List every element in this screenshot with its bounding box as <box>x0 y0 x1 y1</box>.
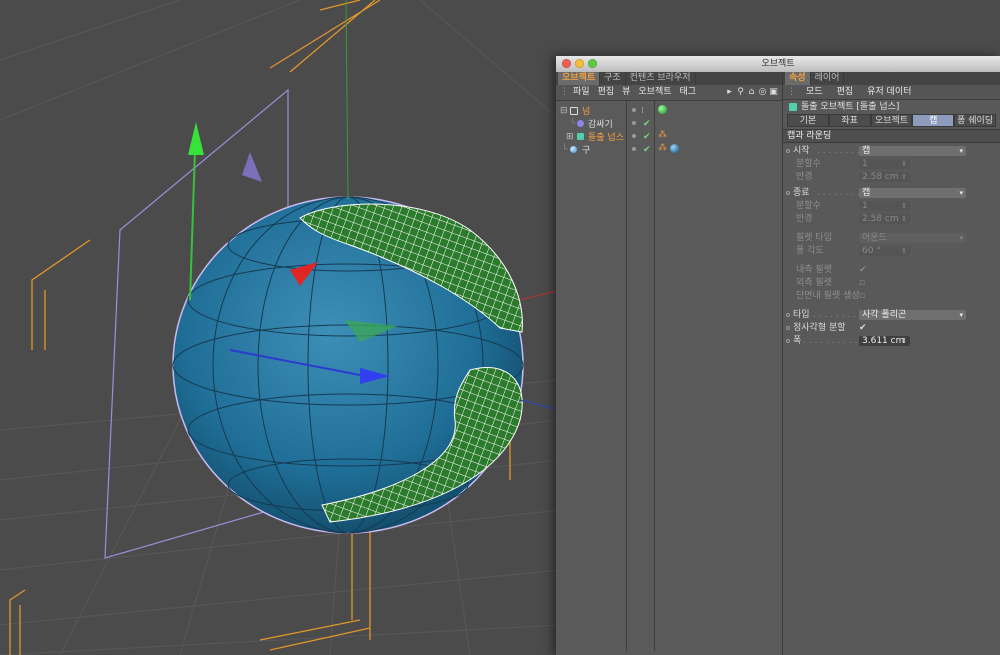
enabled-check-icon[interactable]: ✔ <box>643 145 651 155</box>
dots-icon: ⁞ <box>641 105 644 116</box>
tree-line-icon: └ <box>570 118 576 129</box>
phong-tag-icon[interactable]: ⁂ <box>658 143 667 153</box>
prop-regular-grid: 정사각형 분할 ✔ <box>783 322 1000 335</box>
green-material-tag-icon[interactable] <box>658 105 667 114</box>
subtab-object[interactable]: 오브젝트 <box>870 114 913 127</box>
tab-objects[interactable]: 오브젝트 <box>558 72 601 85</box>
visibility-dot-icon <box>632 147 636 151</box>
prop-start-radius: 반경 2.58 cm ⇕ <box>783 171 1000 184</box>
prop-constrain: 단면내 필렛 생성 ▫ <box>796 290 866 303</box>
tree-item-label: 돌출 넙스 <box>588 133 624 143</box>
tree-item-wrap[interactable]: └ 감싸기 ✔ <box>556 117 782 131</box>
subtab-phong[interactable]: 퐁 쉐이딩 <box>954 114 996 127</box>
tree-item-label: 넘 <box>582 107 591 117</box>
tab-structure[interactable]: 구조 <box>600 72 626 85</box>
close-window-icon[interactable] <box>562 59 571 68</box>
menu-file[interactable]: 파일 <box>569 85 594 100</box>
end-select[interactable]: 캡 ▾ <box>859 188 966 198</box>
object-tree: ⊟ 넘 ⁞ └ 감싸기 ✔ ⊞ 돌출 넙스 ✔ ⁂ └ 구 ✔ ⁂ <box>556 101 782 651</box>
visibility-dot-icon <box>632 134 636 138</box>
extrude-nurbs-icon <box>577 133 584 140</box>
end-steps-input[interactable]: 1 ⇕ <box>859 201 910 211</box>
home-icon[interactable]: ⌂ <box>747 88 756 97</box>
width-input[interactable]: 3.611 cm ⇕ <box>859 336 910 346</box>
tree-item-extrude[interactable]: ⊞ 돌출 넙스 ✔ ⁂ <box>556 130 782 143</box>
animate-dot-icon[interactable] <box>786 313 790 317</box>
grip-icon: ⋮ <box>560 87 569 97</box>
sphere-icon <box>570 146 577 153</box>
prop-type: 타입 . . . . . . . . . 사각 폴리곤 ▾ <box>783 309 1000 322</box>
visibility-dot-icon <box>632 108 636 112</box>
tab-content-browser[interactable]: 컨텐츠 브라우저 <box>626 72 696 85</box>
subtab-basic[interactable]: 기본 <box>787 114 829 127</box>
tree-item-label: 감싸기 <box>588 120 613 130</box>
fillet-type-select[interactable]: 어운드 ▾ <box>859 233 966 243</box>
start-select[interactable]: 캡 ▾ <box>859 146 966 156</box>
tab-attributes[interactable]: 속성 <box>785 72 811 85</box>
arrow-right-icon[interactable]: ▸ <box>725 88 734 97</box>
prop-start: 시작 . . . . . . . . . 캡 ▾ <box>783 145 1000 158</box>
start-radius-input[interactable]: 2.58 cm ⇕ <box>859 172 910 182</box>
object-manager-window: 오브젝트 오브젝트 구조 컨텐츠 브라우저 ⋮ 파일 편집 뷰 오브젝트 태그 … <box>556 56 1000 655</box>
prop-hole-inwards: 외측 필렛 ▫ <box>796 277 866 290</box>
expand-icon[interactable]: ⊞ <box>566 132 574 142</box>
end-radius-input[interactable]: 2.58 cm ⇕ <box>859 214 910 224</box>
tree-item-null[interactable]: ⊟ 넘 ⁞ <box>556 104 782 117</box>
search-icon[interactable]: ⚲ <box>736 88 745 97</box>
wrap-deformer-icon <box>577 120 584 127</box>
phong-angle-input[interactable]: 60 ° ⇕ <box>859 246 910 256</box>
null-icon <box>570 107 578 115</box>
object-panel: 오브젝트 구조 컨텐츠 브라우저 ⋮ 파일 편집 뷰 오브젝트 태그 ▸ ⚲ ⌂… <box>556 72 783 655</box>
animate-dot-icon[interactable] <box>786 191 790 195</box>
prop-end-radius: 반경 2.58 cm ⇕ <box>783 213 1000 226</box>
regular-grid-checkbox[interactable]: ✔ <box>859 322 867 335</box>
menu-object[interactable]: 오브젝트 <box>634 85 675 100</box>
enabled-check-icon[interactable]: ✔ <box>643 119 651 129</box>
menu-tag[interactable]: 태그 <box>676 85 701 100</box>
tab-layers[interactable]: 레이어 <box>811 72 845 85</box>
collapse-icon[interactable]: ⊟ <box>560 106 568 116</box>
eye-icon[interactable]: ◎ <box>758 88 767 97</box>
tree-item-sphere[interactable]: └ 구 ✔ ⁂ <box>556 143 782 156</box>
attributes-panel: 속성 레이어 ⋮ 모드 편집 유저 데이터 돌출 오브젝트 [돌출 넙스] 기본… <box>783 72 1000 655</box>
enabled-check-icon[interactable]: ✔ <box>643 132 651 142</box>
constrain-checkbox[interactable]: ▫ <box>859 290 865 303</box>
window-titlebar[interactable]: 오브젝트 <box>556 56 1000 73</box>
prop-start-steps: 분할수 1 ⇕ <box>783 158 1000 171</box>
animate-dot-icon[interactable] <box>786 149 790 153</box>
type-select[interactable]: 사각 폴리곤 ▾ <box>859 310 966 320</box>
tree-line-icon: └ <box>562 144 568 155</box>
minimize-window-icon[interactable] <box>575 59 584 68</box>
prop-end: 종료 . . . . . . . . . 캡 ▾ <box>783 187 1000 200</box>
animate-dot-icon[interactable] <box>786 339 790 343</box>
animate-dot-icon[interactable] <box>786 326 790 330</box>
attributes-title: 돌출 오브젝트 [돌출 넙스] <box>801 102 900 112</box>
new-window-icon[interactable]: ▣ <box>769 88 778 97</box>
visibility-dot-icon <box>632 121 636 125</box>
prop-end-steps: 분할수 1 ⇕ <box>783 200 1000 213</box>
menu-view[interactable]: 뷰 <box>618 85 634 100</box>
blue-material-tag-icon[interactable] <box>670 144 679 153</box>
phong-tag-icon[interactable]: ⁂ <box>658 130 667 140</box>
subtab-coordinates[interactable]: 좌표 <box>828 114 871 127</box>
extrude-nurbs-icon <box>789 103 797 111</box>
hull-inwards-checkbox[interactable]: ✔ <box>859 264 867 277</box>
menu-mode[interactable]: 모드 <box>802 85 827 100</box>
section-caps-rounding[interactable]: 캡과 라운딩 <box>783 129 1000 143</box>
prop-phong-angle: 퐁 각도 60 ° ⇕ <box>783 245 1000 258</box>
menu-edit[interactable]: 편집 <box>833 85 858 100</box>
prop-width: 폭 . . . . . . . . . . 3.611 cm ⇕ <box>783 335 1000 348</box>
tree-item-label: 구 <box>582 146 591 156</box>
prop-hull-inwards: 내측 필렛 ✔ <box>796 264 867 277</box>
grip-icon: ⋮ <box>787 86 796 97</box>
menu-user-data[interactable]: 유저 데이터 <box>863 85 915 100</box>
menu-edit[interactable]: 편집 <box>594 85 619 100</box>
zoom-window-icon[interactable] <box>588 59 597 68</box>
window-title: 오브젝트 <box>761 59 795 69</box>
subtab-caps[interactable]: 캡 <box>912 114 955 127</box>
start-steps-input[interactable]: 1 ⇕ <box>859 159 910 169</box>
prop-fillet-type: 필렛 타입 어운드 ▾ <box>783 232 1000 245</box>
sphere-object <box>172 196 524 534</box>
hole-inwards-checkbox[interactable]: ▫ <box>859 277 865 290</box>
